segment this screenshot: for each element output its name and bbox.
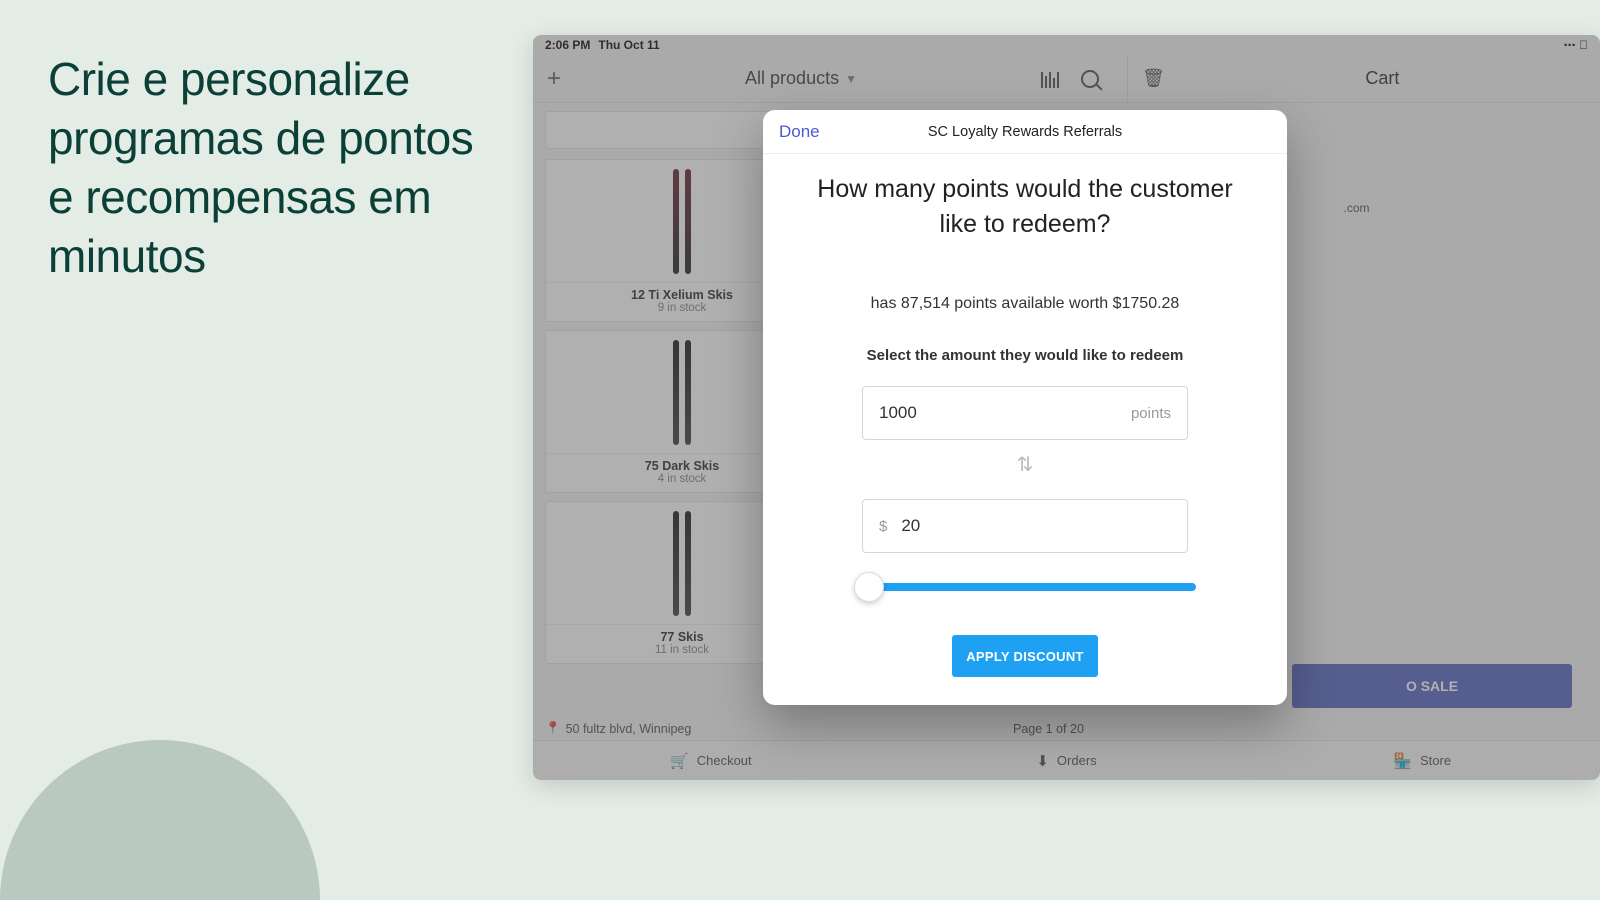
location-pin-icon: 📍 — [545, 721, 561, 736]
search-icon[interactable] — [1081, 70, 1099, 88]
filter-title: All products — [745, 68, 839, 89]
nav-orders-label: Orders — [1057, 753, 1097, 768]
location-footer[interactable]: 📍 50 fultz blvd, Winnipeg — [545, 721, 691, 736]
slider-thumb[interactable] — [854, 572, 884, 602]
currency-input-value: 20 — [901, 516, 920, 536]
done-button[interactable]: Done — [779, 122, 820, 142]
download-icon: ⬇ — [1036, 752, 1049, 770]
swap-icon: ⇅ — [791, 452, 1259, 477]
select-amount-label: Select the amount they would like to red… — [791, 347, 1259, 364]
product-filter-dropdown[interactable]: All products ▼ — [581, 68, 1021, 89]
cart-icon: 🛒 — [670, 752, 689, 770]
redeem-modal: Done SC Loyalty Rewards Referrals How ma… — [763, 110, 1287, 705]
modal-header: Done SC Loyalty Rewards Referrals — [763, 110, 1287, 154]
points-input-value: 1000 — [879, 403, 917, 423]
location-text: 50 fultz blvd, Winnipeg — [566, 722, 692, 736]
decorative-shapes — [0, 680, 320, 900]
nav-orders[interactable]: ⬇ Orders — [889, 741, 1245, 780]
trash-icon[interactable]: 🗑 — [1142, 68, 1165, 89]
chevron-down-icon: ▼ — [845, 72, 857, 86]
status-date: Thu Oct 11 — [598, 38, 659, 52]
store-icon: 🏪 — [1393, 752, 1412, 770]
points-available-text: has 87,514 points available worth $1750.… — [791, 295, 1259, 313]
page-indicator: Page 1 of 20 — [1013, 722, 1084, 736]
points-suffix-label: points — [1131, 405, 1171, 422]
barcode-scan-icon[interactable] — [1041, 70, 1059, 88]
modal-title: SC Loyalty Rewards Referrals — [928, 124, 1122, 140]
currency-input[interactable]: $ 20 — [862, 499, 1188, 553]
nav-checkout-label: Checkout — [697, 753, 752, 768]
nav-store[interactable]: 🏪 Store — [1244, 741, 1600, 780]
top-bar: + All products ▼ 🗑 Cart — [533, 55, 1600, 103]
sale-button[interactable]: O SALE — [1292, 664, 1572, 708]
points-input[interactable]: 1000 points — [862, 386, 1188, 440]
modal-question: How many points would the customer like … — [791, 172, 1259, 241]
bottom-nav: 🛒 Checkout ⬇ Orders 🏪 Store — [533, 740, 1600, 780]
redeem-slider[interactable] — [854, 575, 1196, 599]
status-time: 2:06 PM — [545, 38, 590, 52]
add-button[interactable]: + — [547, 65, 561, 93]
cart-title: Cart — [1165, 68, 1600, 89]
customer-email: .com — [1343, 201, 1369, 215]
nav-store-label: Store — [1420, 753, 1451, 768]
wifi-icon: ⋯  — [1564, 38, 1588, 52]
nav-checkout[interactable]: 🛒 Checkout — [533, 741, 889, 780]
apply-discount-button[interactable]: APPLY DISCOUNT — [952, 635, 1098, 677]
slider-track — [854, 583, 1196, 591]
currency-prefix-label: $ — [879, 518, 887, 535]
status-bar: 2:06 PM Thu Oct 11 ⋯  — [533, 35, 1600, 55]
marketing-headline: Crie e personalize programas de pontos e… — [48, 50, 498, 286]
tablet-device: 2:06 PM Thu Oct 11 ⋯  + All products ▼ … — [533, 35, 1600, 780]
